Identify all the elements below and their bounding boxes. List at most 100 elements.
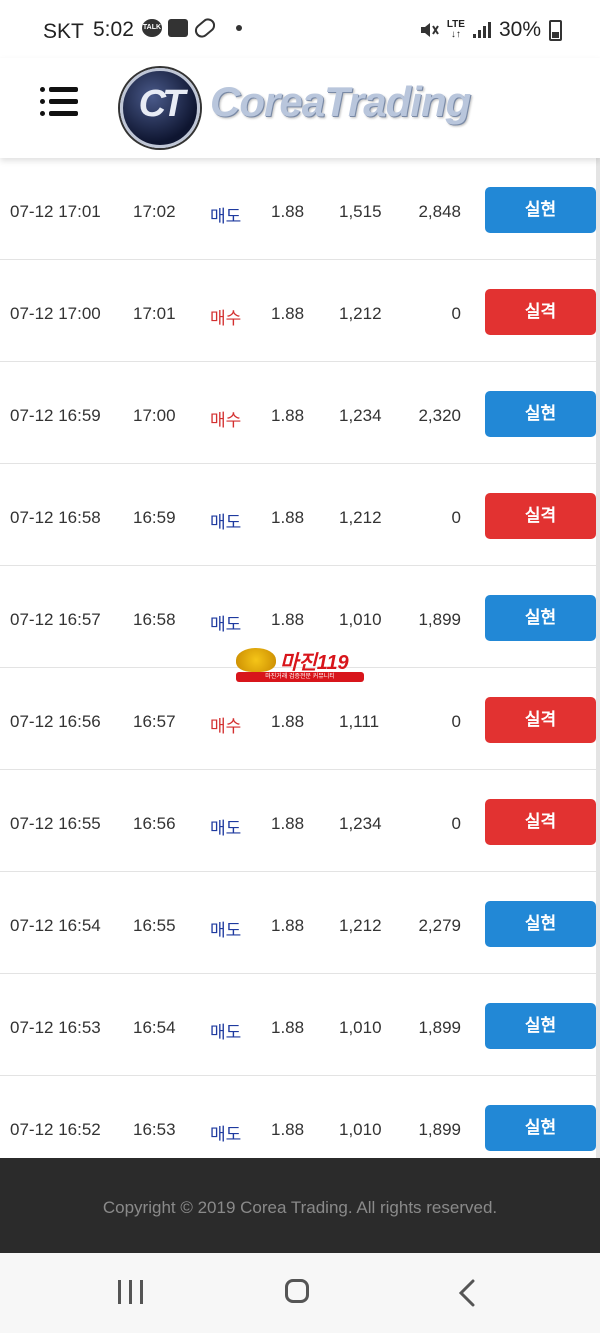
page-footer: Copyright © 2019 Corea Trading. All righ… [0, 1158, 600, 1253]
trade-amount: 1,212 [339, 508, 382, 527]
result-failed-button[interactable]: 실격 [485, 799, 596, 845]
trade-datetime: 07-12 16:59 [10, 406, 101, 425]
result-failed-button[interactable]: 실격 [485, 493, 596, 539]
hamburger-menu-icon[interactable] [40, 85, 80, 119]
trade-close-time: 16:53 [133, 1120, 176, 1139]
trade-amount: 1,212 [339, 916, 382, 935]
trade-amount: 1,010 [339, 610, 382, 629]
logo-emblem-text: CT [138, 83, 186, 125]
result-realized-button[interactable]: 실현 [485, 187, 596, 233]
trade-profit: 2,848 [418, 202, 461, 221]
trade-datetime: 07-12 16:58 [10, 508, 101, 527]
trade-rate: 1.88 [271, 1120, 305, 1139]
trade-rate: 1.88 [271, 610, 305, 629]
trade-amount: 1,515 [339, 202, 382, 221]
trade-profit: 0 [451, 814, 461, 833]
trade-close-time: 17:01 [133, 304, 176, 323]
trade-amount: 1,234 [339, 814, 382, 833]
more-notifications-dot-icon [236, 25, 242, 31]
trade-row: 07-12 17:00 17:01 매수 1.88 1,212 0 실격 [0, 260, 600, 362]
trade-row: 07-12 16:53 16:54 매도 1.88 1,010 1,899 실현 [0, 974, 600, 1076]
network-type-label: LTE [446, 19, 465, 30]
trade-rate: 1.88 [271, 304, 305, 323]
trade-profit: 0 [451, 304, 461, 323]
police-badge-icon [236, 648, 276, 672]
trade-side: 매수 [210, 309, 242, 328]
trade-rate: 1.88 [271, 202, 305, 221]
trade-side: 매수 [210, 717, 242, 736]
trade-datetime: 07-12 16:52 [10, 1120, 101, 1139]
result-realized-button[interactable]: 실현 [485, 1105, 596, 1151]
trade-rate: 1.88 [271, 1018, 305, 1037]
carrier-label: SKT [43, 20, 84, 43]
system-nav-bar [0, 1253, 600, 1333]
trade-rate: 1.88 [271, 712, 305, 731]
signal-icon [472, 22, 491, 38]
watermark-logo: 마진119 마진거래 검증전문 커뮤니티 [236, 648, 366, 682]
trade-close-time: 16:54 [133, 1018, 176, 1037]
trade-close-time: 16:56 [133, 814, 176, 833]
home-icon[interactable] [285, 1279, 309, 1303]
watermark-subtitle: 마진거래 검증전문 커뮤니티 [236, 672, 364, 682]
mute-icon [420, 23, 439, 37]
trade-side: 매도 [210, 1125, 242, 1144]
trade-profit: 2,279 [418, 916, 461, 935]
copyright-text: Copyright © 2019 Corea Trading. All righ… [102, 1198, 498, 1217]
trade-amount: 1,212 [339, 304, 382, 323]
trade-close-time: 16:59 [133, 508, 176, 527]
status-bar: SKT 5:02 TALK LTE ↓↑ 30% [0, 0, 600, 58]
trade-side: 매도 [210, 615, 242, 634]
app-header: CT CoreaTrading [0, 58, 600, 158]
scrollbar[interactable] [596, 158, 600, 1158]
trade-row: 07-12 17:01 17:02 매도 1.88 1,515 2,848 실현 [0, 158, 600, 260]
trade-amount: 1,010 [339, 1018, 382, 1037]
trade-datetime: 07-12 17:01 [10, 202, 101, 221]
trade-side: 매수 [210, 411, 242, 430]
back-icon[interactable] [458, 1279, 476, 1307]
trade-datetime: 07-12 16:54 [10, 916, 101, 935]
trade-profit: 1,899 [418, 1120, 461, 1139]
trade-close-time: 16:57 [133, 712, 176, 731]
notification-icons: TALK [142, 15, 242, 41]
clock: 5:02 [93, 18, 134, 41]
lte-icon: LTE ↓↑ [446, 19, 465, 40]
trade-datetime: 07-12 16:53 [10, 1018, 101, 1037]
battery-icon [549, 19, 562, 41]
result-realized-button[interactable]: 실현 [485, 901, 596, 947]
result-realized-button[interactable]: 실현 [485, 391, 596, 437]
trade-datetime: 07-12 16:57 [10, 610, 101, 629]
trade-side: 매도 [210, 207, 242, 226]
trade-rate: 1.88 [271, 916, 305, 935]
trade-side: 매도 [210, 921, 242, 940]
result-realized-button[interactable]: 실현 [485, 595, 596, 641]
trade-side: 매도 [210, 1023, 242, 1042]
battery-percent: 30% [498, 18, 541, 41]
recent-apps-icon[interactable] [118, 1280, 144, 1304]
result-failed-button[interactable]: 실격 [485, 697, 596, 743]
trade-datetime: 07-12 16:56 [10, 712, 101, 731]
watermark-title: 마진119 [280, 652, 349, 674]
trade-amount: 1,111 [339, 712, 380, 731]
trade-close-time: 17:02 [133, 202, 176, 221]
result-realized-button[interactable]: 실현 [485, 1003, 596, 1049]
trade-close-time: 16:58 [133, 610, 176, 629]
trade-datetime: 07-12 17:00 [10, 304, 101, 323]
result-failed-button[interactable]: 실격 [485, 289, 596, 335]
trade-row: 07-12 16:55 16:56 매도 1.88 1,234 0 실격 [0, 770, 600, 872]
trade-amount: 1,010 [339, 1120, 382, 1139]
trade-row: 07-12 16:58 16:59 매도 1.88 1,212 0 실격 [0, 464, 600, 566]
logo-wordmark[interactable]: CoreaTrading [210, 78, 471, 126]
trade-profit: 2,320 [418, 406, 461, 425]
system-icons: LTE ↓↑ 30% [419, 18, 562, 42]
trade-side: 매도 [210, 819, 242, 838]
trade-profit: 1,899 [418, 1018, 461, 1037]
trade-close-time: 17:00 [133, 406, 176, 425]
trade-row: 07-12 16:54 16:55 매도 1.88 1,212 2,279 실현 [0, 872, 600, 974]
trade-profit: 0 [451, 508, 461, 527]
trade-rate: 1.88 [271, 508, 305, 527]
kakaotalk-icon: TALK [142, 19, 162, 37]
trade-datetime: 07-12 16:55 [10, 814, 101, 833]
logo-emblem[interactable]: CT [120, 68, 200, 148]
trade-close-time: 16:55 [133, 916, 176, 935]
message-icon [168, 19, 188, 37]
